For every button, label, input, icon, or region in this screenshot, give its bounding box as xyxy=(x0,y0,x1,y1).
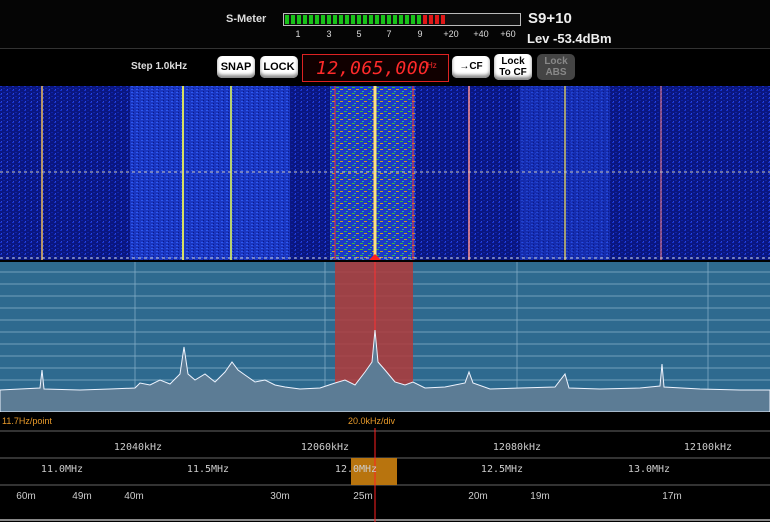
smeter-segment xyxy=(501,15,505,24)
lock-to-cf-button[interactable]: Lock To CF xyxy=(494,54,532,80)
to-center-frequency-button[interactable]: →CF xyxy=(452,56,490,78)
smeter-segment xyxy=(495,15,499,24)
band-label: 60m xyxy=(16,491,36,502)
smeter-scale-label: 9 xyxy=(417,29,423,39)
band-label: 19m xyxy=(530,491,550,502)
smeter-label: S-Meter xyxy=(226,13,267,25)
smeter-segment xyxy=(483,15,487,24)
band-label: 49m xyxy=(72,491,92,502)
s-unit-reading: S9+10 xyxy=(528,10,572,27)
mhz-scale-label: 12.0MHz xyxy=(334,464,378,475)
smeter-scale: 1 3 5 7 9 +20 +40 +60 xyxy=(283,29,523,41)
smeter-segment xyxy=(339,15,343,24)
frequency-unit: Hz xyxy=(427,61,437,70)
frequency-display[interactable]: 12,065,000 Hz xyxy=(302,54,449,82)
smeter-segment xyxy=(375,15,379,24)
lock-button[interactable]: LOCK xyxy=(260,56,298,78)
khz-scale-label: 12040kHz xyxy=(113,442,163,453)
smeter-scale-label: +60 xyxy=(500,29,516,39)
smeter-segment xyxy=(333,15,337,24)
smeter-segment xyxy=(489,15,493,24)
smeter-scale-label: 1 xyxy=(295,29,301,39)
khz-scale-label: 12080kHz xyxy=(492,442,542,453)
band-label: 30m xyxy=(270,491,290,502)
smeter-scale-label: 3 xyxy=(326,29,332,39)
smeter-segment xyxy=(477,15,481,24)
smeter-segment xyxy=(435,15,439,24)
band-label: 40m xyxy=(124,491,144,502)
smeter-segment xyxy=(411,15,415,24)
lock-to-cf-line1: Lock xyxy=(501,56,525,67)
spectrum-display[interactable] xyxy=(0,262,770,412)
smeter-segment xyxy=(387,15,391,24)
mhz-scale-label: 13.0MHz xyxy=(627,464,671,475)
band-label: 20m xyxy=(468,491,488,502)
frequency-value: 12,065,000 xyxy=(316,58,430,79)
smeter-segment xyxy=(459,15,463,24)
smeter-segment xyxy=(309,15,313,24)
mhz-scale-label: 11.5MHz xyxy=(186,464,230,475)
smeter-segment xyxy=(315,15,319,24)
smeter-segment xyxy=(429,15,433,24)
smeter-scale-label: 7 xyxy=(386,29,392,39)
lock-abs-button[interactable]: Lock ABS xyxy=(537,54,575,80)
smeter-segment xyxy=(291,15,295,24)
smeter-segment xyxy=(441,15,445,24)
tuning-step-label[interactable]: Step 1.0kHz xyxy=(131,61,187,72)
level-reading: Lev -53.4dBm xyxy=(527,31,612,46)
smeter-segment xyxy=(405,15,409,24)
smeter-segment xyxy=(423,15,427,24)
smeter-segment xyxy=(369,15,373,24)
smeter-segment xyxy=(357,15,361,24)
smeter-bar xyxy=(283,13,521,26)
smeter-segment xyxy=(507,15,511,24)
smeter-segment xyxy=(345,15,349,24)
sdr-receiver-window: S-Meter 1 3 5 7 9 +20 +40 +60 S9+10 Lev … xyxy=(0,0,770,522)
khz-scale-label: 12060kHz xyxy=(300,442,350,453)
smeter-segment xyxy=(471,15,475,24)
smeter-segment xyxy=(381,15,385,24)
mhz-scale-label: 11.0MHz xyxy=(40,464,84,475)
smeter-segment xyxy=(321,15,325,24)
smeter-scale-label: 5 xyxy=(356,29,362,39)
smeter-panel: S-Meter 1 3 5 7 9 +20 +40 +60 S9+10 Lev … xyxy=(0,0,770,49)
smeter-scale-label: +20 xyxy=(443,29,459,39)
smeter-segment xyxy=(351,15,355,24)
smeter-segment xyxy=(393,15,397,24)
waterfall-display[interactable] xyxy=(0,86,770,260)
smeter-segment xyxy=(453,15,457,24)
mhz-scale-label: 12.5MHz xyxy=(480,464,524,475)
control-toolbar: Step 1.0kHz SNAP LOCK 12,065,000 Hz →CF … xyxy=(0,49,770,85)
snap-button[interactable]: SNAP xyxy=(217,56,255,78)
smeter-segment xyxy=(303,15,307,24)
khz-scale-label: 12100kHz xyxy=(683,442,733,453)
smeter-segment xyxy=(363,15,367,24)
frequency-scales[interactable]: 12040kHz 12060kHz 12080kHz 12100kHz 11.0… xyxy=(0,428,770,522)
smeter-segment xyxy=(465,15,469,24)
smeter-segment xyxy=(327,15,331,24)
smeter-scale-label: +40 xyxy=(473,29,489,39)
smeter-segment xyxy=(285,15,289,24)
lock-abs-line1: Lock xyxy=(544,56,568,67)
smeter-segment xyxy=(447,15,451,24)
lock-abs-line2: ABS xyxy=(545,67,567,78)
smeter-segment xyxy=(297,15,301,24)
lock-to-cf-line2: To CF xyxy=(499,67,527,78)
resolution-label: 11.7Hz/point xyxy=(2,416,52,426)
smeter-segment xyxy=(417,15,421,24)
smeter-segment xyxy=(399,15,403,24)
division-label: 20.0kHz/div xyxy=(348,416,396,426)
band-label: 17m xyxy=(662,491,682,502)
smeter-segment xyxy=(513,15,517,24)
band-label: 25m xyxy=(353,491,373,502)
